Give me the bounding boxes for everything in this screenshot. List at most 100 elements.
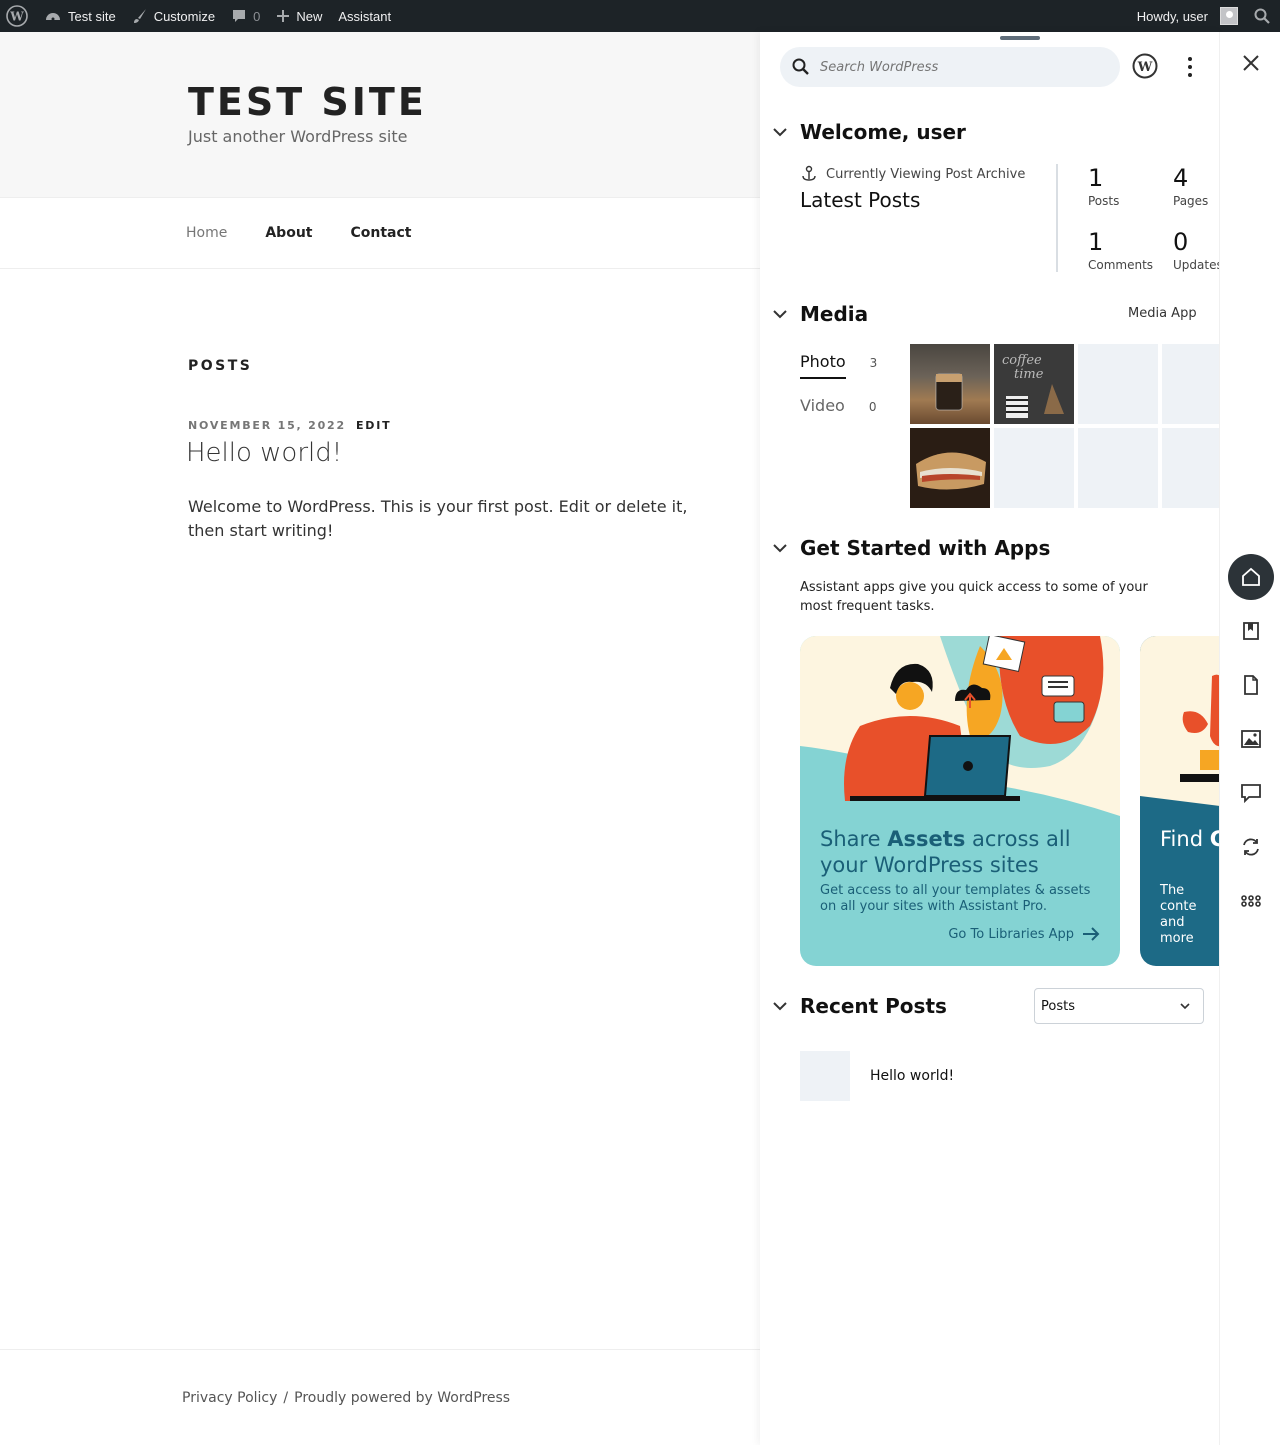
stat-pages[interactable]: 4 Pages xyxy=(1173,164,1208,208)
stat-value: 1 xyxy=(1088,228,1104,256)
tab-label: Photo xyxy=(800,352,846,379)
wordpress-menu-button[interactable]: W xyxy=(1132,53,1160,81)
sandwich-image xyxy=(916,452,986,490)
dashboard-gauge-icon xyxy=(46,13,60,21)
site-tagline: Just another WordPress site xyxy=(188,127,408,146)
card-title: Share Assets across all your WordPress s… xyxy=(820,826,1110,878)
arrow-right-icon xyxy=(1083,927,1100,941)
close-button[interactable] xyxy=(1240,52,1262,74)
apps-section-toggle[interactable]: Get Started with Apps xyxy=(772,536,1050,560)
media-tab-photo[interactable]: Photo 3 xyxy=(800,352,877,379)
libraries-app-button[interactable] xyxy=(1228,608,1274,654)
recent-post-title: Hello world! xyxy=(870,1068,955,1084)
site-title[interactable]: TEST SITE xyxy=(188,80,427,124)
divider xyxy=(1056,164,1058,272)
content-app-button[interactable] xyxy=(1228,662,1274,708)
current-view-title: Latest Posts xyxy=(800,188,921,212)
home-app-button[interactable] xyxy=(1228,554,1274,600)
footer-separator: / xyxy=(283,1390,289,1406)
comments-link[interactable]: 0 xyxy=(223,0,268,32)
media-thumbnail-empty xyxy=(1162,344,1220,424)
libraries-illustration xyxy=(800,636,1120,816)
site-name-menu[interactable]: Test site xyxy=(36,0,124,32)
panel-drag-handle[interactable] xyxy=(1000,36,1040,40)
coffee-time-image: coffeetime xyxy=(1002,353,1064,418)
dot xyxy=(1188,57,1192,61)
stat-comments[interactable]: 1 Comments xyxy=(1088,228,1153,272)
nav-contact[interactable]: Contact xyxy=(350,225,411,241)
post-edit-link[interactable]: EDIT xyxy=(356,419,391,432)
wordpress-logo-menu[interactable]: W xyxy=(0,0,36,32)
svg-text:time: time xyxy=(1014,367,1044,382)
admin-bar: W Test site Customize 0 New Assistant Ho… xyxy=(0,0,1280,32)
libraries-app-card[interactable]: Share Assets across all your WordPress s… xyxy=(800,636,1120,966)
go-to-libraries-link[interactable]: Go To Libraries App xyxy=(948,926,1100,942)
search-icon xyxy=(792,58,809,75)
bookmark-book-icon xyxy=(1243,622,1259,640)
viewing-label: Currently Viewing Post Archive xyxy=(826,166,1026,182)
search-input[interactable] xyxy=(820,59,1100,75)
chevron-down-icon xyxy=(773,310,787,319)
all-apps-button[interactable] xyxy=(1228,878,1274,924)
tab-count: 3 xyxy=(869,356,878,370)
list-item[interactable]: Hello world! xyxy=(800,1051,954,1101)
espresso-image xyxy=(935,373,963,411)
media-thumbnail-empty xyxy=(1162,428,1220,508)
media-app-button[interactable] xyxy=(1228,716,1274,762)
media-app-link[interactable]: Media App xyxy=(1128,306,1197,321)
stat-value: 1 xyxy=(1088,164,1104,192)
my-account-menu[interactable]: Howdy, user xyxy=(1129,0,1246,32)
svg-text:W: W xyxy=(1137,60,1153,75)
customize-link[interactable]: Customize xyxy=(124,0,223,32)
chevron-down-icon xyxy=(1180,1003,1190,1010)
post-type-select[interactable]: Posts xyxy=(1034,988,1204,1024)
stat-updates[interactable]: 0 Updates xyxy=(1173,228,1220,272)
media-thumbnail-sandwich[interactable] xyxy=(910,428,990,508)
comments-app-button[interactable] xyxy=(1228,770,1274,816)
pin-icon xyxy=(802,165,816,181)
stat-label: Posts xyxy=(1088,194,1120,208)
post-date[interactable]: NOVEMBER 15, 2022 xyxy=(188,419,346,432)
stat-posts[interactable]: 1 Posts xyxy=(1088,164,1119,208)
card-title-start: Share xyxy=(820,827,888,851)
post-excerpt: Welcome to WordPress. This is your first… xyxy=(188,497,688,540)
site-name-label: Test site xyxy=(68,8,116,24)
card-title-bold: Assets xyxy=(887,827,966,851)
media-tab-video[interactable]: Video 0 xyxy=(800,396,876,415)
comment-icon xyxy=(233,10,246,22)
howdy-label: Howdy, user xyxy=(1136,8,1208,24)
nav-about[interactable]: About xyxy=(265,225,312,241)
welcome-heading: Welcome, user xyxy=(800,120,966,144)
close-icon xyxy=(1243,55,1259,71)
recent-posts-section-toggle[interactable]: Recent Posts xyxy=(772,994,947,1018)
wordpress-logo-icon: W xyxy=(6,5,28,27)
chevron-down-icon xyxy=(773,128,787,137)
tab-label: Video xyxy=(800,396,845,415)
assistant-toggle[interactable]: Assistant xyxy=(330,0,399,32)
chevron-down-icon xyxy=(773,544,787,553)
find-content-app-card[interactable]: Find C The conte and more xyxy=(1140,636,1220,966)
card-description: Get access to all your templates & asset… xyxy=(820,883,1091,914)
image-icon xyxy=(1241,730,1261,748)
refresh-icon xyxy=(1243,838,1259,856)
stat-value: 4 xyxy=(1173,164,1189,192)
recent-posts-heading: Recent Posts xyxy=(800,994,947,1018)
admin-search-button[interactable] xyxy=(1246,0,1280,32)
privacy-policy-link[interactable]: Privacy Policy xyxy=(182,1390,277,1406)
powered-by-link[interactable]: Proudly powered by WordPress xyxy=(294,1390,510,1406)
page-title: POSTS xyxy=(188,358,253,374)
more-options-button[interactable] xyxy=(1178,53,1202,81)
avatar xyxy=(1220,7,1238,25)
media-section-toggle[interactable]: Media xyxy=(772,302,868,326)
updates-app-button[interactable] xyxy=(1228,824,1274,870)
new-content-menu[interactable]: New xyxy=(268,0,330,32)
grid-dots-icon xyxy=(1241,895,1261,907)
media-thumbnail-espresso[interactable] xyxy=(910,344,990,424)
current-view-indicator: Currently Viewing Post Archive xyxy=(800,165,1025,183)
nav-home[interactable]: Home xyxy=(186,225,227,241)
new-label: New xyxy=(296,8,323,24)
stat-label: Updates xyxy=(1173,258,1220,272)
media-thumbnail-coffee-time[interactable]: coffee time xyxy=(994,344,1074,424)
post-title[interactable]: Hello world! xyxy=(186,438,342,468)
welcome-section-toggle[interactable]: Welcome, user xyxy=(772,120,966,144)
